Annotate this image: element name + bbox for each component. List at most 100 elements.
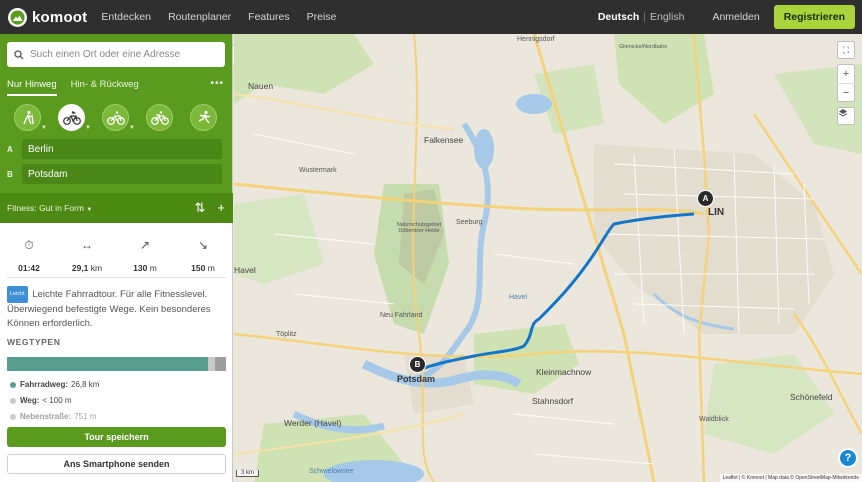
login-link[interactable]: Anmelden bbox=[712, 11, 759, 23]
stat-descent: ↘ 150 m bbox=[174, 238, 232, 273]
duration-value: 01:42 bbox=[18, 263, 40, 273]
add-waypoint-icon[interactable]: + bbox=[217, 200, 225, 216]
sport-touring-button[interactable] bbox=[146, 104, 173, 131]
komoot-logo[interactable]: komoot bbox=[8, 7, 87, 27]
top-navigation-bar: komoot Entdecken Routenplaner Features P… bbox=[0, 0, 862, 34]
wegtypen-bar bbox=[7, 357, 226, 371]
sport-hiking-button[interactable]: ▼ bbox=[14, 104, 47, 131]
fitness-label: Fitness: Gut in Form bbox=[7, 203, 84, 213]
fullscreen-icon: ⛶ bbox=[842, 44, 850, 55]
zoom-control: + − bbox=[837, 64, 855, 102]
waypoint-b-label: B bbox=[7, 169, 13, 179]
nav-features[interactable]: Features bbox=[248, 11, 289, 23]
legend-dot bbox=[10, 413, 16, 420]
waypoint-b-input[interactable]: Potsdam bbox=[22, 164, 222, 184]
stat-duration: ⏱ 01:42 bbox=[0, 238, 58, 273]
swap-direction-icon[interactable]: ⇅ bbox=[195, 200, 206, 216]
touring-bike-icon bbox=[150, 110, 169, 125]
tour-stats: ⏱ 01:42 ↔ 29,1 km ↗ 130 m ↘ 150 m bbox=[0, 238, 233, 273]
ascent-unit: m bbox=[149, 263, 157, 273]
running-icon bbox=[198, 110, 210, 123]
waypoint-b-value: Potsdam bbox=[28, 168, 68, 180]
descent-value: 150 bbox=[191, 263, 206, 273]
map-label: Waldblick bbox=[699, 416, 729, 423]
sport-roadbike-button[interactable]: ▼ bbox=[58, 104, 91, 131]
chevron-down-icon: ▼ bbox=[85, 125, 91, 131]
komoot-logo-icon bbox=[8, 7, 27, 27]
map-label: Nauen bbox=[248, 81, 274, 91]
zoom-out-button[interactable]: − bbox=[837, 83, 855, 101]
wegtypen-title: WEGTYPEN bbox=[7, 337, 61, 347]
mountain-bike-icon bbox=[106, 110, 125, 125]
legend-dot bbox=[10, 397, 16, 404]
bar-segment-nebenstrasse bbox=[215, 357, 226, 371]
waypoint-b-row: B Potsdam bbox=[7, 164, 225, 184]
more-options-icon[interactable]: ••• bbox=[210, 78, 224, 89]
lang-deutsch[interactable]: Deutsch bbox=[598, 11, 639, 23]
fitness-bar: Fitness: Gut in Form ▼ ⇅ + bbox=[0, 193, 233, 223]
search-input[interactable]: Such einen Ort oder eine Adresse bbox=[7, 42, 225, 67]
sidebar-footer: Tour speichern Ans Smartphone senden bbox=[0, 420, 232, 482]
map-label: Naturschutzgebiet Döberitzer Heide bbox=[396, 222, 442, 234]
map-tiles bbox=[234, 34, 862, 482]
fitness-dropdown[interactable]: Fitness: Gut in Form ▼ bbox=[7, 203, 92, 213]
waypoint-a-value: Berlin bbox=[28, 143, 54, 155]
ascent-arrow-icon: ↗ bbox=[139, 238, 151, 252]
waypoint-a-label: A bbox=[7, 144, 13, 154]
description-text: Leichte Fahrradtour. Für alle Fitnesslev… bbox=[7, 289, 211, 329]
help-button[interactable]: ? bbox=[838, 448, 858, 468]
legend-value: < 100 m bbox=[42, 396, 72, 405]
map-label: Schwielowsee bbox=[309, 468, 354, 475]
save-tour-button[interactable]: Tour speichern bbox=[7, 427, 226, 447]
map-label: LIN bbox=[708, 207, 725, 218]
question-icon: ? bbox=[844, 452, 852, 464]
nav-preise[interactable]: Preise bbox=[307, 11, 337, 23]
map-view[interactable]: Hennigsdorf Glienicke/Nordbahn Nauen Fal… bbox=[234, 34, 862, 482]
difficulty-badge: Leicht bbox=[7, 286, 28, 303]
map-label: Stahnsdorf bbox=[532, 396, 574, 406]
tab-roundtrip[interactable]: Hin- & Rückweg bbox=[71, 79, 139, 96]
route-start-marker[interactable]: A bbox=[697, 190, 714, 207]
route-end-marker[interactable]: B bbox=[409, 356, 426, 373]
legend-label: Weg: bbox=[20, 396, 40, 405]
language-switch: Deutsch | English bbox=[598, 11, 685, 23]
tab-oneway[interactable]: Nur Hinweg bbox=[7, 79, 57, 96]
search-icon bbox=[14, 49, 24, 59]
waypoint-a-row: A Berlin bbox=[7, 139, 225, 159]
map-label: Glienicke/Nordbahn bbox=[619, 44, 668, 50]
legend-weg: Weg: < 100 m bbox=[10, 396, 72, 405]
zoom-in-button[interactable]: + bbox=[837, 65, 855, 83]
distance-value: 29,1 bbox=[71, 263, 89, 273]
planner-panel: Such einen Ort oder eine Adresse Nur Hin… bbox=[0, 34, 232, 193]
legend-value: 26,8 km bbox=[71, 380, 100, 389]
fitness-actions: ⇅ + bbox=[183, 200, 226, 216]
chevron-down-icon: ▼ bbox=[41, 125, 47, 131]
chevron-down-icon: ▼ bbox=[86, 207, 93, 213]
tour-description: Leicht Leichte Fahrradtour. Für alle Fit… bbox=[7, 286, 227, 332]
sport-mtb-button[interactable]: ▼ bbox=[102, 104, 135, 131]
stopwatch-icon: ⏱ bbox=[24, 238, 34, 252]
nav-entdecken[interactable]: Entdecken bbox=[101, 11, 151, 23]
fullscreen-button[interactable]: ⛶ bbox=[837, 41, 855, 59]
layers-button[interactable] bbox=[837, 107, 855, 125]
stat-ascent: ↗ 130 m bbox=[116, 238, 174, 273]
bar-segment-fahrradweg bbox=[7, 357, 209, 371]
map-label: Falkensee bbox=[424, 135, 464, 145]
lang-english[interactable]: English bbox=[650, 11, 684, 23]
main-nav: Entdecken Routenplaner Features Preise bbox=[101, 11, 350, 23]
ascent-value: 130 bbox=[133, 263, 148, 273]
send-to-phone-button[interactable]: Ans Smartphone senden bbox=[7, 454, 226, 474]
waypoint-a-input[interactable]: Berlin bbox=[22, 139, 222, 159]
map-label: Potsdam bbox=[397, 374, 436, 384]
map-label: Wustermark bbox=[299, 167, 337, 174]
sport-running-button[interactable] bbox=[190, 104, 217, 131]
legend-dot bbox=[10, 381, 16, 388]
map-label: Werder (Havel) bbox=[284, 418, 342, 428]
nav-routenplaner[interactable]: Routenplaner bbox=[168, 11, 231, 23]
map-attribution[interactable]: Leaflet | © Komoot | Map data © OpenStre… bbox=[719, 474, 862, 482]
map-label: Havel bbox=[234, 265, 256, 275]
register-button[interactable]: Registrieren bbox=[773, 5, 855, 29]
descent-arrow-icon: ↘ bbox=[197, 238, 209, 252]
legend-fahrradweg: Fahrradweg: 26,8 km bbox=[10, 380, 99, 389]
route-mode-tabs: Nur Hinweg Hin- & Rückweg bbox=[7, 79, 153, 96]
